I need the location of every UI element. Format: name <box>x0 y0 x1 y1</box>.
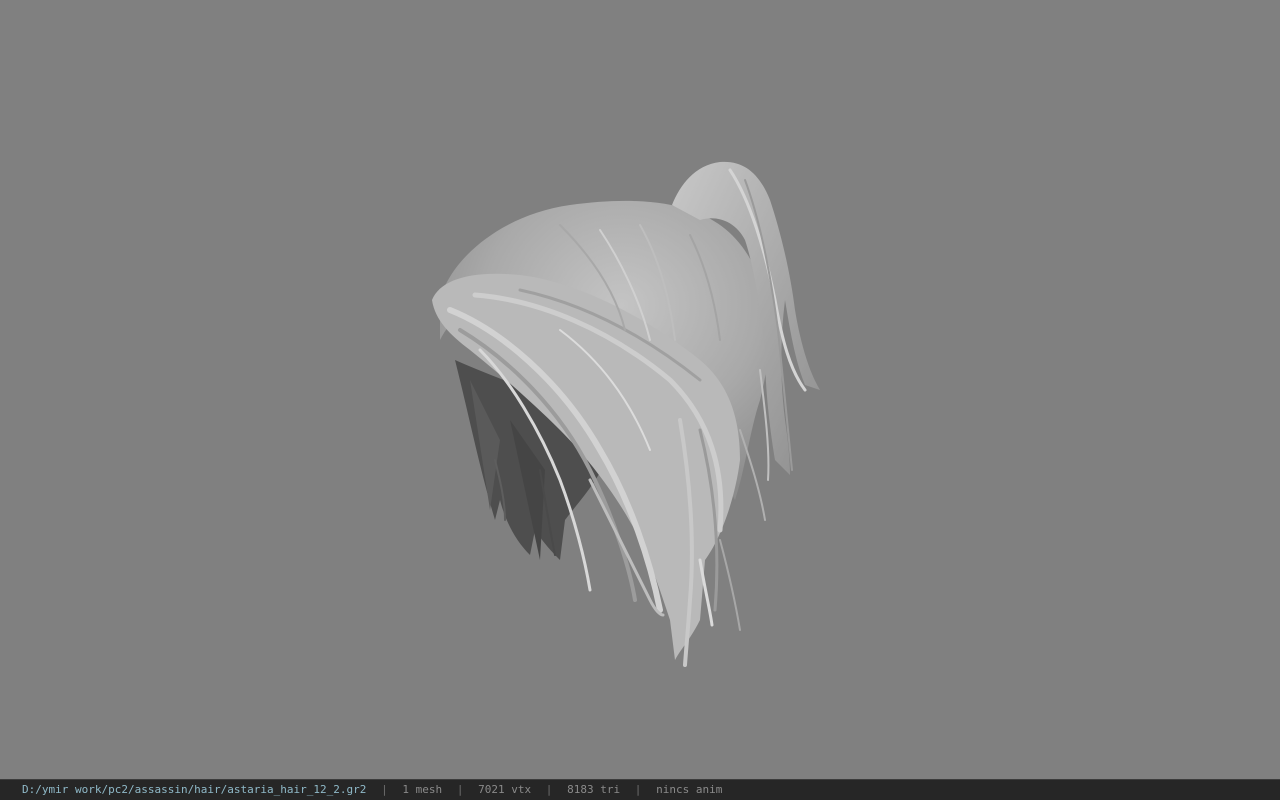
status-separator: | <box>456 783 464 796</box>
file-path: D:/ymir work/pc2/assassin/hair/astaria_h… <box>22 783 367 796</box>
status-bar: D:/ymir work/pc2/assassin/hair/astaria_h… <box>0 779 1280 800</box>
triangle-count: 8183 tri <box>567 783 621 796</box>
mesh-count: 1 mesh <box>402 783 443 796</box>
vertex-count: 7021 vtx <box>478 783 532 796</box>
animation-status: nincs anim <box>656 783 723 796</box>
status-separator: | <box>634 783 642 796</box>
status-separator: | <box>381 783 388 796</box>
3d-viewport[interactable] <box>0 0 1280 779</box>
status-separator: | <box>545 783 553 796</box>
hair-model-render <box>432 161 820 667</box>
